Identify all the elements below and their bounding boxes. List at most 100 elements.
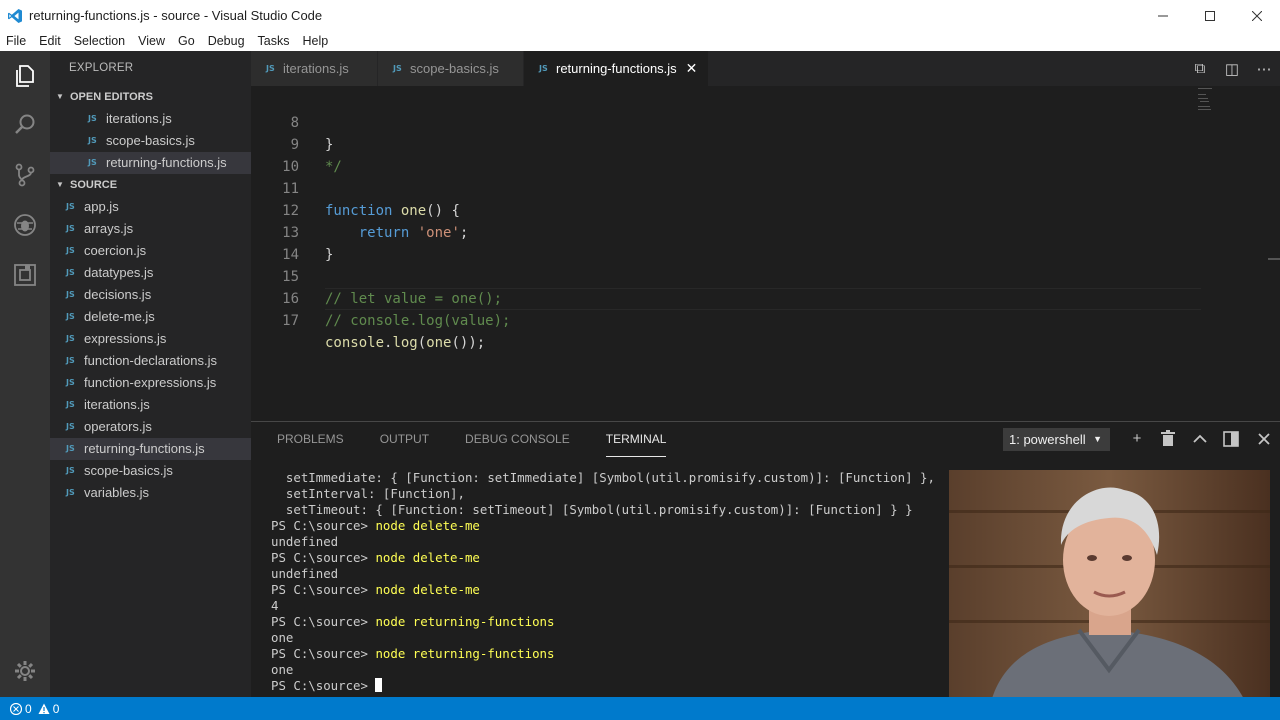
gear-icon[interactable] [12,658,38,684]
new-terminal-icon[interactable]: + [1127,429,1147,449]
menu-debug[interactable]: Debug [202,34,252,48]
editor-tab-bar: JS iterations.js JS scope-basics.js JS r… [251,51,1280,86]
terminal-line: PS C:\source> node returning-functions [271,614,935,630]
tab-returning-functions[interactable]: JS returning-functions.js ✕ [524,51,709,86]
terminal-select[interactable]: 1: powershell ▼ [1003,428,1110,451]
file-item[interactable]: JS operators.js [50,416,251,438]
menu-file[interactable]: File [0,34,33,48]
debug-icon[interactable] [12,212,38,238]
js-file-icon: JS [66,246,75,255]
prompt: PS C:\source> [271,582,376,597]
open-editor-item[interactable]: JS returning-functions.js [50,152,251,174]
code-line: 10 [251,134,1251,175]
split-editor-icon[interactable]: ◫ [1216,60,1248,78]
file-item[interactable]: JS arrays.js [50,218,251,240]
vscode-logo-icon [8,8,22,23]
presenter-video [949,470,1270,710]
command: node delete-me [375,582,480,597]
title-bar: returning-functions.js - source - Visual… [0,0,1280,31]
warning-count[interactable]: 0 [53,702,60,716]
menu-help[interactable]: Help [297,34,336,48]
source-control-icon[interactable] [12,162,38,188]
menu-go[interactable]: Go [172,34,202,48]
status-bar: 0 0 [0,697,1280,720]
file-item[interactable]: JS expressions.js [50,328,251,350]
tab-label: iterations.js [283,61,349,76]
code-line: 14 [251,222,1251,263]
terminal-line: undefined [271,566,339,581]
code-line: 16 // console.log(value); [251,266,1251,329]
command: node returning-functions [375,614,555,629]
file-item[interactable]: JS iterations.js [50,394,251,416]
js-file-icon: JS [66,312,75,321]
file-item[interactable]: JS datatypes.js [50,262,251,284]
minimize-button[interactable] [1139,0,1186,31]
trash-icon[interactable] [1158,429,1178,449]
tab-terminal[interactable]: TERMINAL [605,422,667,457]
menu-tasks[interactable]: Tasks [252,34,297,48]
file-item[interactable]: JS decisions.js [50,284,251,306]
tab-problems[interactable]: PROBLEMS [277,422,344,457]
file-name: arrays.js [84,221,134,236]
explorer-icon[interactable] [12,63,38,89]
js-file-icon: JS [66,334,75,343]
tab-iterations[interactable]: JS iterations.js [251,51,378,86]
tab-scope-basics[interactable]: JS scope-basics.js [378,51,524,86]
file-item[interactable]: JS coercion.js [50,240,251,262]
webcam-overlay [949,470,1270,710]
open-editor-item[interactable]: JS scope-basics.js [50,130,251,152]
error-count[interactable]: 0 [25,702,32,716]
close-panel-icon[interactable] [1254,429,1274,449]
command: node delete-me [375,518,480,533]
chevron-up-icon[interactable] [1190,429,1210,449]
toggle-panel-icon[interactable] [1221,429,1241,449]
code-line: 15 // let value = one(); [251,244,1251,307]
file-name: returning-functions.js [106,155,227,170]
comment-token: // console.log(value); [325,313,511,329]
file-item[interactable]: JS function-expressions.js [50,372,251,394]
code-editor[interactable]: 8 } 9 */ 10 11 function one() { 12 retur… [251,86,1280,421]
maximize-button[interactable] [1186,0,1233,31]
tab-debug-console[interactable]: DEBUG CONSOLE [465,422,570,457]
file-name: returning-functions.js [84,441,205,456]
function-name-token: log [392,335,418,351]
file-name: function-declarations.js [84,353,217,368]
file-item[interactable]: JS variables.js [50,482,251,504]
file-item[interactable]: JS app.js [50,196,251,218]
warning-icon[interactable] [38,703,50,715]
error-icon[interactable] [10,702,22,715]
minimap[interactable] [1198,86,1218,116]
terminal-output[interactable]: setImmediate: { [Function: setImmediate]… [271,470,935,694]
more-actions-icon[interactable]: ⋯ [1248,60,1280,78]
minimize-icon [1157,15,1168,16]
chevron-down-icon: ▼ [56,92,64,101]
prompt: PS C:\source> [271,614,376,629]
source-folder-section[interactable]: ▼ SOURCE [50,174,251,196]
js-file-icon: JS [66,444,75,453]
close-button[interactable] [1233,0,1280,31]
tab-output[interactable]: OUTPUT [380,422,429,457]
punctuation-token: ( [417,335,427,351]
editor-scrollbar[interactable] [1268,258,1280,260]
file-item[interactable]: JS function-declarations.js [50,350,251,372]
open-changes-icon[interactable]: ⧉ [1184,60,1216,77]
search-icon[interactable] [12,112,38,138]
extensions-icon[interactable] [12,262,38,288]
file-name: iterations.js [84,397,150,412]
open-editor-item[interactable]: JS iterations.js [50,108,251,130]
file-item[interactable]: JS delete-me.js [50,306,251,328]
terminal-cursor [375,678,383,692]
js-file-icon: JS [66,378,75,387]
file-name: delete-me.js [84,309,155,324]
file-name: expressions.js [84,331,167,346]
file-item[interactable]: JS scope-basics.js [50,460,251,482]
open-editors-section[interactable]: ▼ OPEN EDITORS [50,86,251,108]
terminal-line: one [271,630,294,645]
menu-view[interactable]: View [132,34,172,48]
menu-selection[interactable]: Selection [68,34,132,48]
file-item[interactable]: JS returning-functions.js [50,438,251,460]
js-file-icon: JS [66,224,75,233]
menu-edit[interactable]: Edit [33,34,68,48]
close-tab-icon[interactable]: ✕ [686,60,702,77]
terminal-select-value: 1: powershell [1009,432,1086,447]
